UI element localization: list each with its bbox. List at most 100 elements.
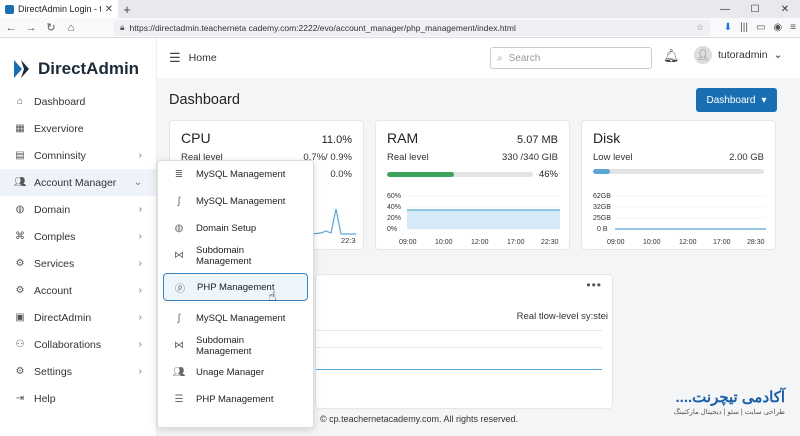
sidebar-item-account-manager[interactable]: 👥︎ Account Manager ⌄ (0, 169, 156, 196)
sidebar-item-exverviore[interactable]: ▦ Exverviore (0, 115, 156, 142)
home-icon[interactable]: ⌂ (64, 22, 78, 34)
close-window-icon[interactable]: ✕ (770, 4, 800, 15)
new-tab-button[interactable]: + (118, 2, 136, 17)
breadcrumb-home[interactable]: Home (189, 52, 217, 64)
system-card-label: Real tlow-level sy:stei (516, 311, 608, 322)
globe-icon: ◍ (15, 204, 25, 215)
sidebar-item-dashboard[interactable]: ⌂ Dashboard (0, 88, 156, 115)
reload-icon[interactable]: ↻ (44, 21, 58, 34)
ram-time-label: 12:00 (471, 239, 489, 246)
library-icon[interactable]: ||| (740, 22, 748, 33)
bookmark-star-icon[interactable]: ☆ (696, 22, 704, 33)
sidebar-item-collaborations[interactable]: ⚇ Collaborations › (0, 331, 156, 358)
dropdown-item-label: Unage Manager (196, 367, 265, 378)
chevron-right-icon: › (138, 366, 142, 377)
dropdown-item-domain-setup[interactable]: ◍ Domain Setup (158, 215, 313, 242)
notification-bell-icon[interactable]: 🔔︎ (663, 48, 680, 64)
menu-toggle-icon[interactable]: ☰ (169, 50, 181, 66)
dropdown-item-label: PHP Management (197, 281, 275, 293)
dropdown-item-subdomain-management[interactable]: ⋈ Subdomain Management (158, 242, 313, 269)
cpu-title: CPU (181, 130, 211, 146)
dropdown-item-mysql-management[interactable]: ∫ MySQL Management (158, 305, 313, 332)
sidebar-item-label: Account Manager (34, 176, 117, 189)
more-options-icon[interactable]: ••• (586, 278, 602, 292)
back-icon[interactable]: ← (4, 22, 18, 34)
sidebar-item-label: Account (34, 284, 72, 297)
chevron-down-icon: ⌄ (133, 177, 142, 188)
sidebar-item-label: Exverviore (34, 122, 84, 135)
minimize-icon[interactable]: — (710, 4, 740, 15)
ram-ytick: 20% (387, 215, 401, 222)
account-icon[interactable]: ◉ (773, 22, 782, 33)
sidebar-item-services[interactable]: ⚙ Services › (0, 250, 156, 277)
close-icon[interactable]: ✕ (105, 4, 113, 15)
reader-icon[interactable]: ▭ (756, 22, 765, 33)
chevron-right-icon: › (138, 204, 142, 215)
ram-time-label: 22:30 (541, 239, 559, 246)
cpu-time-label: 22:30 (341, 236, 356, 244)
cpu-pct: 0.0% (330, 169, 352, 180)
ram-level-label: Real level (387, 152, 429, 163)
home-icon: ⌂ (16, 96, 24, 107)
disk-card: Disk Low level 2.00 GB 62GB 32GB 25GB 0 B… (581, 120, 776, 250)
footer-copyright: © cp.teachernetacademy.com. All rights r… (320, 414, 519, 424)
dropdown-item-label: Domain Setup (196, 223, 257, 234)
dropdown-item-label: MySQL Management (196, 196, 286, 207)
search-input[interactable]: ⌕ Search (490, 47, 652, 69)
browser-nav-bar: ← → ↻ ⌂ 🔒︎ https://directadmin.teacherne… (0, 18, 800, 38)
ram-value: 5.07 MB (517, 134, 558, 146)
search-icon: ⌕ (497, 52, 503, 64)
dropdown-item-php-management[interactable]: ☰ PHP Management (158, 386, 313, 413)
chevron-right-icon: › (138, 339, 142, 350)
chevron-right-icon: › (138, 150, 142, 161)
gear-icon: ⚙ (15, 366, 25, 377)
sidebar-item-comples[interactable]: ⌘ Comples › (0, 223, 156, 250)
dropdown-item-mysql-management[interactable]: ≣ MySQL Management (158, 161, 313, 188)
sidebar-item-comninsity[interactable]: ▤ Comninsity › (0, 142, 156, 169)
sidebar-item-label: Domain (34, 203, 71, 216)
download-icon[interactable]: ⬇ (724, 22, 732, 33)
disk-time-label: 10:00 (643, 239, 661, 246)
sidebar-item-directadmin[interactable]: ▣ DirectAdmin › (0, 304, 156, 331)
maximize-icon[interactable]: ☐ (740, 4, 770, 15)
sidebar-item-domain[interactable]: ◍ Domain › (0, 196, 156, 223)
avatar: 👤︎ (694, 46, 712, 64)
dropdown-item-subdomain-management[interactable]: ⋈ Subdomain Management (158, 332, 313, 359)
disk-ytick: 0 B (597, 226, 608, 233)
browser-tab[interactable]: DirectAdmin Login - teacherne ✕ (0, 0, 118, 18)
address-bar[interactable]: 🔒︎ https://directadmin.teacherneta cadem… (114, 19, 710, 36)
disk-ytick: 32GB (593, 204, 611, 211)
dropdown-item-php-management[interactable]: ⓟ PHP Management (163, 273, 308, 301)
sidebar: DirectAdmin ⌂ Dashboard ▦ Exverviore ▤ Comnin… (0, 38, 157, 436)
chevron-down-icon: ⌄ (773, 49, 783, 61)
collab-icon: ⚇ (15, 339, 25, 350)
watermark-title: آکادمی تیچرنت.... (675, 389, 786, 406)
chevron-right-icon: › (138, 258, 142, 269)
exit-icon: ⇥ (15, 393, 25, 404)
sidebar-item-label: DirectAdmin (34, 311, 92, 324)
disk-time-label: 17:00 (713, 239, 731, 246)
dolphin-icon: ∫ (177, 196, 181, 207)
dropdown-item-unage-manager[interactable]: 👥︎ Unage Manager (158, 359, 313, 386)
ram-card: RAM 5.07 MB Real level 330 /340 GIB 46% 60… (375, 120, 570, 250)
dashboard-dropdown-button[interactable]: Dashboard ▾ (696, 88, 777, 112)
chevron-right-icon: › (138, 285, 142, 296)
sidebar-item-settings[interactable]: ⚙ Settings › (0, 358, 156, 385)
sidebar-item-account[interactable]: ⚙ Account › (0, 277, 156, 304)
sidebar-item-label: Dashboard (34, 95, 86, 108)
dropdown-item-label: MySQL Management (196, 313, 286, 324)
dropdown-item-mysql-management[interactable]: ∫ MySQL Management (158, 188, 313, 215)
forward-icon[interactable]: → (24, 22, 38, 34)
watermark-subtitle: طراحی سایت | سئو | دیجیتال مارکتینگ (673, 409, 785, 416)
sidebar-item-label: Services (34, 257, 75, 270)
ram-title: RAM (387, 130, 419, 146)
sidebar-item-help[interactable]: ⇥ Help (0, 385, 156, 412)
disk-level-value: 2.00 GB (729, 152, 764, 163)
user-menu[interactable]: 👤︎ tutoradmin ⌄ (694, 46, 782, 64)
menu-icon[interactable]: ≡ (790, 22, 796, 33)
disk-progress (593, 169, 764, 174)
sidebar-item-label: Comninsity (34, 149, 86, 162)
lock-icon: 🔒︎ (120, 22, 125, 32)
logo[interactable]: DirectAdmin (0, 38, 156, 88)
ram-time-label: 09:00 (399, 239, 417, 246)
